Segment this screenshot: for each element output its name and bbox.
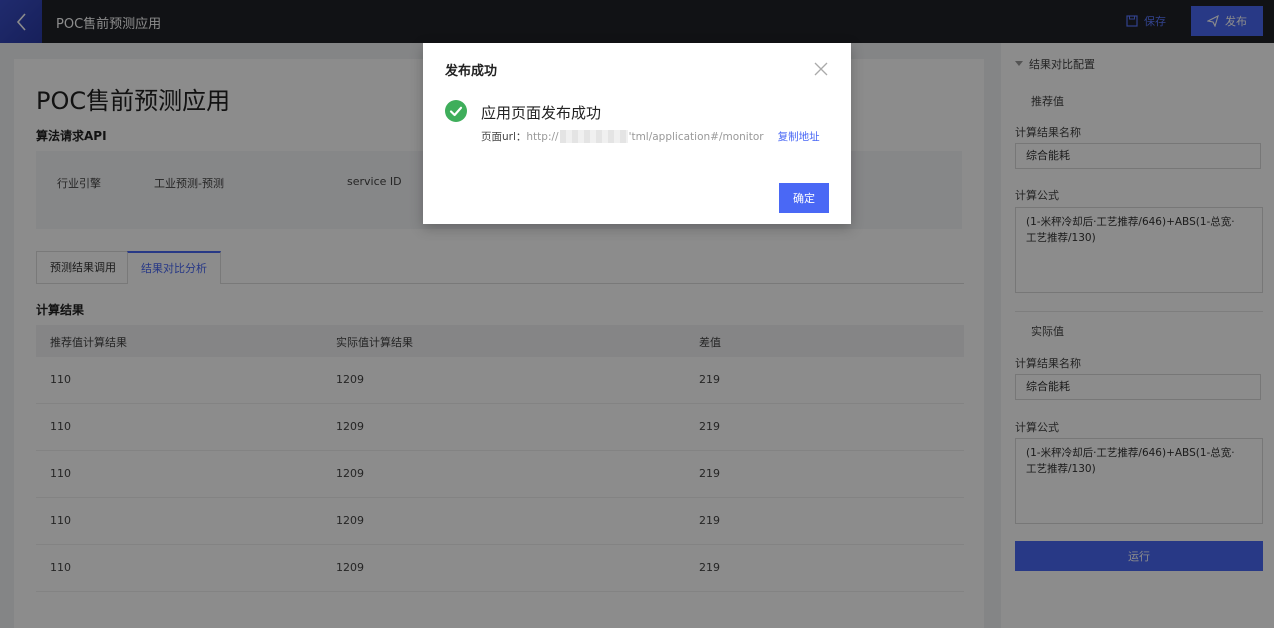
confirm-button[interactable]: 确定 [779,183,829,213]
dialog-title: 发布成功 [445,64,498,79]
page-url-row: 页面url： http:// 'tml/application#/monitor… [481,129,820,144]
url-redacted [559,130,628,143]
success-message: 应用页面发布成功 [481,104,602,122]
url-suffix: 'tml/application#/monitor [628,130,764,143]
close-icon [814,62,828,76]
close-button[interactable] [813,61,829,77]
url-prefix: http:// [526,130,559,143]
check-circle-icon [445,100,467,122]
publish-success-dialog: 发布成功 应用页面发布成功 页面url： http:// 'tml/applic… [423,43,851,224]
copy-url-link[interactable]: 复制地址 [778,129,820,144]
url-label: 页面url： [481,131,527,143]
